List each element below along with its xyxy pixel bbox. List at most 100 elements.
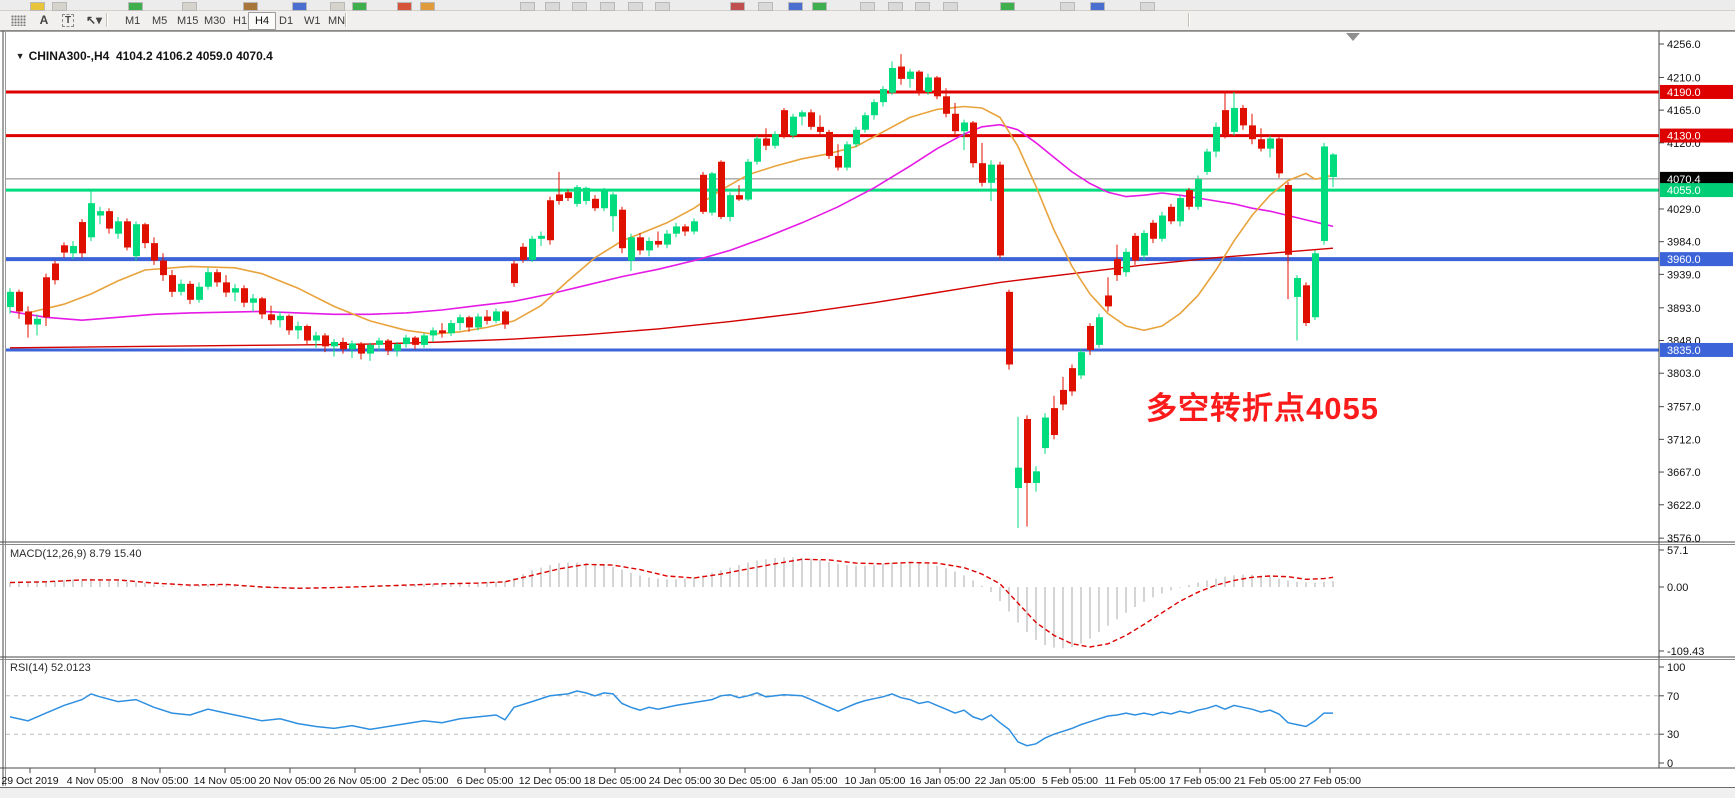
price-tick-label: 4165.0	[1667, 105, 1701, 117]
candle-body	[376, 341, 383, 345]
candle-body	[673, 226, 680, 233]
time-tick-label: 6 Jan 05:00	[783, 775, 838, 787]
macd-tick-label: -109.43	[1667, 646, 1704, 658]
candle-body	[610, 194, 617, 216]
time-tick-label: 24 Dec 05:00	[649, 775, 712, 787]
candle-body	[1231, 108, 1238, 132]
time-tick-label: 18 Dec 05:00	[584, 775, 647, 787]
candle-body	[43, 277, 50, 317]
candle-body	[1276, 138, 1283, 173]
candle-body	[142, 224, 149, 243]
candle-body	[808, 112, 815, 127]
candle-body	[943, 96, 950, 113]
candle-body	[475, 317, 482, 328]
candle-body	[97, 211, 104, 215]
price-tag-label: 4190.0	[1667, 87, 1701, 99]
candle-body	[1015, 468, 1022, 488]
time-tick-label: 27 Feb 05:00	[1299, 775, 1361, 787]
candle-body	[871, 102, 878, 115]
candle-body	[1213, 127, 1220, 152]
candle-body	[799, 112, 806, 116]
time-tick-label: 6 Dec 05:00	[457, 775, 514, 787]
candle-body	[934, 77, 941, 96]
candle-body	[1132, 236, 1139, 261]
candle-body	[844, 144, 851, 167]
candle-body	[484, 317, 491, 321]
candle-body	[925, 77, 932, 92]
candle-body	[1222, 110, 1229, 135]
candle-body	[565, 192, 572, 198]
candle-body	[718, 162, 725, 217]
candle-body	[1060, 390, 1067, 405]
candle-body	[385, 341, 392, 351]
time-tick-label: 29 Oct 2019	[1, 775, 58, 787]
candle-body	[7, 292, 14, 307]
rsi-tick-label: 70	[1667, 691, 1679, 703]
symbol-dropdown-icon[interactable]: ▼	[16, 51, 25, 61]
candle-body	[403, 338, 410, 345]
candle-body	[286, 316, 293, 331]
candle-body	[466, 317, 473, 327]
price-tick-label: 3667.0	[1667, 467, 1701, 479]
candle-body	[556, 194, 563, 201]
candle-body	[835, 156, 842, 168]
candle-body	[520, 247, 527, 260]
rsi-tick-label: 30	[1667, 729, 1679, 741]
candle-body	[763, 138, 770, 145]
macd-indicator-label: MACD(12,26,9) 8.79 15.40	[10, 548, 141, 560]
candle-body	[367, 345, 374, 354]
candle-body	[493, 311, 500, 320]
candle-body	[196, 287, 203, 300]
candle-body	[1303, 285, 1310, 323]
time-tick-label: 22 Jan 05:00	[975, 775, 1036, 787]
candle-body	[511, 263, 518, 283]
candle-body	[1006, 292, 1013, 365]
candle-body	[1258, 139, 1265, 148]
chart-background	[0, 31, 1735, 797]
time-tick-label: 16 Jan 05:00	[910, 775, 971, 787]
candle-body	[1105, 295, 1112, 306]
candle-body	[538, 236, 545, 239]
candle-body	[304, 326, 311, 341]
candle-body	[997, 165, 1004, 256]
candle-body	[124, 221, 131, 247]
price-tick-label: 3712.0	[1667, 434, 1701, 446]
candle-body	[34, 319, 41, 325]
candle-body	[1123, 252, 1130, 272]
candle-body	[880, 89, 887, 102]
candle-body	[619, 210, 626, 249]
candle-body	[16, 292, 23, 312]
candle-body	[25, 311, 32, 324]
candle-body	[88, 203, 95, 237]
chart-canvas[interactable]: 4256.04210.04165.04120.04029.03984.03939…	[0, 0, 1735, 797]
candle-body	[961, 122, 968, 131]
candle-body	[115, 221, 122, 233]
time-tick-label: 30 Dec 05:00	[714, 775, 777, 787]
price-tick-label: 4029.0	[1667, 204, 1701, 216]
candle-body	[412, 338, 419, 345]
candle-body	[1285, 185, 1292, 255]
time-tick-label: 5 Feb 05:00	[1042, 775, 1098, 787]
candle-body	[646, 241, 653, 250]
time-tick-label: 17 Feb 05:00	[1169, 775, 1231, 787]
candle-body	[187, 284, 194, 300]
candle-body	[259, 298, 266, 314]
candle-body	[106, 211, 113, 228]
candle-body	[439, 330, 446, 333]
candle-body	[772, 134, 779, 146]
candle-body	[250, 298, 257, 302]
candle-body	[664, 234, 671, 245]
candle-body	[1240, 108, 1247, 125]
candle-body	[241, 288, 248, 303]
candle-body	[970, 122, 977, 163]
candle-body	[916, 72, 923, 92]
candle-body	[754, 138, 761, 161]
candle-body	[1168, 207, 1175, 222]
price-tick-label: 3939.0	[1667, 269, 1701, 281]
candle-body	[1069, 368, 1076, 391]
price-tag-label: 4055.0	[1667, 185, 1701, 197]
candle-body	[1051, 408, 1058, 435]
price-tick-label: 3803.0	[1667, 368, 1701, 380]
candle-body	[601, 190, 608, 208]
candle-body	[169, 275, 176, 292]
